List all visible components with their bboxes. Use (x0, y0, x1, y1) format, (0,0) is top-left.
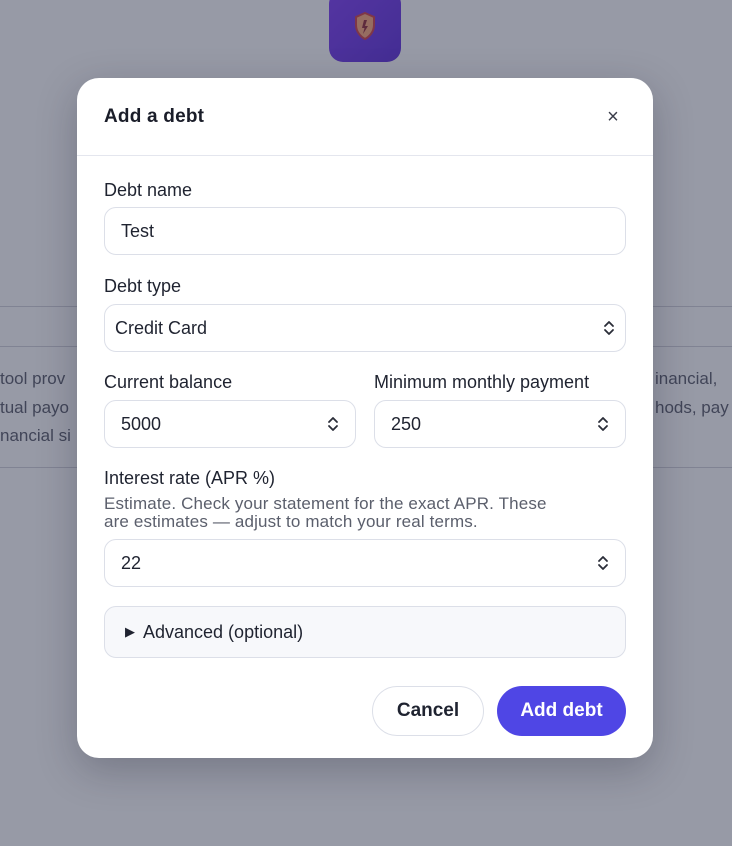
add-debt-modal: Add a debt × Debt name Debt type Credit … (77, 78, 653, 758)
debt-type-value: Credit Card (115, 317, 208, 338)
advanced-options-toggle[interactable]: ▶ Advanced (optional) (104, 606, 626, 658)
interest-rate-help-line1: Estimate. Check your statement for the e… (104, 494, 547, 513)
debt-type-label: Debt type (104, 276, 182, 296)
stepper-icon[interactable] (597, 415, 609, 433)
minimum-payment-field[interactable] (374, 400, 626, 448)
add-debt-button[interactable]: Add debt (497, 686, 626, 736)
close-icon[interactable]: × (599, 103, 627, 131)
interest-rate-input[interactable] (121, 552, 597, 574)
minimum-payment-input[interactable] (391, 413, 597, 435)
modal-title: Add a debt (104, 105, 205, 127)
debt-type-select[interactable]: Credit Card (104, 304, 626, 352)
current-balance-label: Current balance (104, 372, 233, 392)
interest-rate-field[interactable] (104, 539, 626, 587)
interest-rate-label: Interest rate (APR %) (104, 468, 276, 488)
modal-header: Add a debt × (77, 78, 653, 156)
cancel-button[interactable]: Cancel (372, 686, 484, 736)
debt-name-field[interactable] (104, 207, 626, 255)
disclosure-triangle-icon: ▶ (125, 624, 135, 639)
stepper-icon[interactable] (327, 415, 339, 433)
advanced-options-label: Advanced (optional) (143, 621, 304, 642)
minimum-payment-label: Minimum monthly payment (374, 372, 590, 392)
stepper-icon[interactable] (597, 554, 609, 572)
current-balance-field[interactable] (104, 400, 356, 448)
debt-name-input[interactable] (121, 220, 609, 242)
interest-rate-help-line2: are estimates — adjust to match your rea… (104, 512, 478, 531)
select-chevrons-icon (604, 321, 614, 335)
current-balance-input[interactable] (121, 413, 327, 435)
debt-name-label: Debt name (104, 180, 193, 200)
